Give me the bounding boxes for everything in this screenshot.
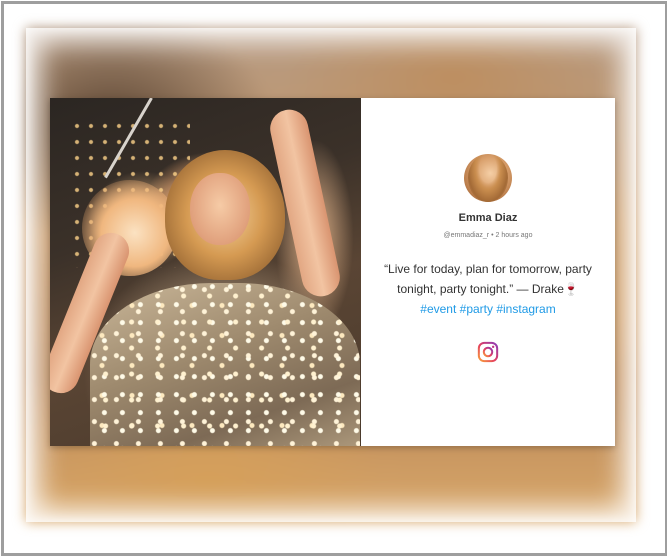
hashtag-party[interactable]: #party: [460, 302, 493, 316]
hashtag-event[interactable]: #event: [420, 302, 456, 316]
smiling-face: [190, 173, 250, 245]
author-name[interactable]: Emma Diaz: [459, 212, 518, 224]
post-info-panel: Emma Diaz @emmadiaz_r • 2 hours ago “Liv…: [361, 98, 615, 446]
sequin-dress: [90, 283, 360, 446]
instagram-icon[interactable]: [477, 341, 499, 363]
post-caption: “Live for today, plan for tomorrow, part…: [383, 259, 593, 319]
post-photo[interactable]: [50, 98, 361, 446]
avatar-hair: [468, 154, 508, 202]
author-avatar[interactable]: [464, 154, 512, 202]
post-meta: @emmadiaz_r • 2 hours ago: [444, 232, 533, 239]
caption-text: “Live for today, plan for tomorrow, part…: [384, 262, 592, 296]
social-post-card[interactable]: Emma Diaz @emmadiaz_r • 2 hours ago “Liv…: [50, 98, 615, 446]
wine-glass-emoji: 🍷: [563, 282, 579, 296]
hashtag-instagram[interactable]: #instagram: [496, 302, 555, 316]
author-handle[interactable]: @emmadiaz_r: [444, 232, 490, 239]
post-time: 2 hours ago: [495, 232, 533, 239]
